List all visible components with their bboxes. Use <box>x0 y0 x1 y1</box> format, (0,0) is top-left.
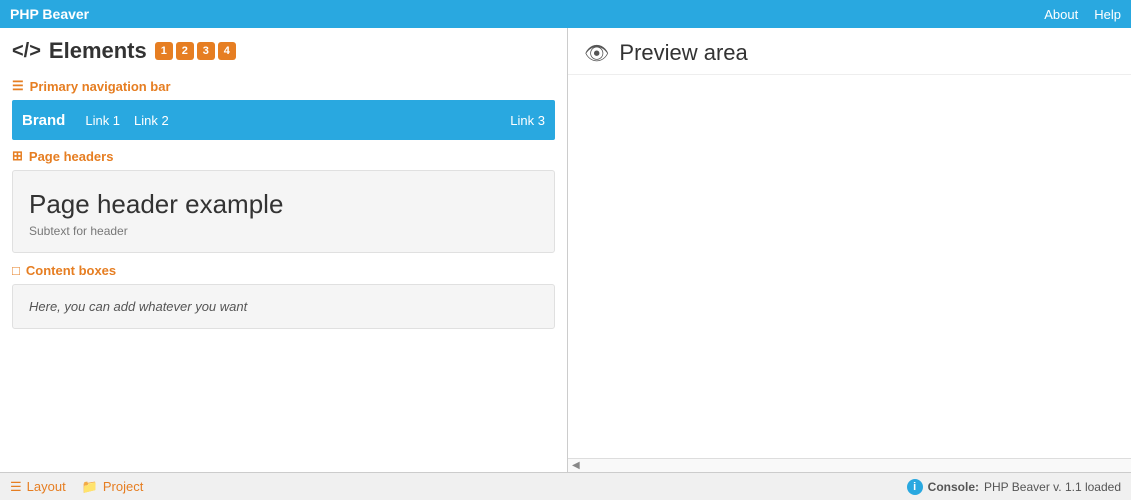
content-boxes-label: Content boxes <box>26 263 116 278</box>
bottom-bar: ☰ Layout 📁 Project i Console: PHP Beaver… <box>0 472 1131 500</box>
navbar-brand: Brand <box>22 112 65 129</box>
page-header-box: Page header example Subtext for header <box>12 170 555 253</box>
project-item[interactable]: 📁 Project <box>82 479 144 495</box>
navbar-link-1[interactable]: Link 1 <box>85 113 120 128</box>
layout-label: Layout <box>27 479 66 494</box>
page-header-subtext: Subtext for header <box>29 224 538 238</box>
preview-area-label: Preview area <box>619 40 747 66</box>
layout-icon: ☰ <box>10 479 22 495</box>
content-box-example: Here, you can add whatever you want <box>12 284 555 329</box>
section-page-headers[interactable]: ⊞ Page headers <box>12 148 555 164</box>
page-header-title: Page header example <box>29 189 538 220</box>
left-panel-body: ☰ Primary navigation bar Brand Link 1 Li… <box>0 70 567 472</box>
code-icon: </> <box>12 40 41 63</box>
about-link[interactable]: About <box>1044 7 1078 22</box>
navbar-link-2[interactable]: Link 2 <box>134 113 169 128</box>
content-box-icon: □ <box>12 263 20 278</box>
elements-label: Elements <box>49 38 147 64</box>
help-link[interactable]: Help <box>1094 7 1121 22</box>
badge-3: 3 <box>197 42 215 60</box>
eye-icon: 👁 <box>584 41 609 66</box>
primary-nav-label: Primary navigation bar <box>30 79 171 94</box>
badge-2: 2 <box>176 42 194 60</box>
layout-item[interactable]: ☰ Layout <box>10 479 66 495</box>
page-header-icon: ⊞ <box>12 148 23 164</box>
navbar-preview: Brand Link 1 Link 2 Link 3 <box>12 100 555 140</box>
badge-4: 4 <box>218 42 236 60</box>
right-panel-body <box>568 75 1131 458</box>
left-panel-header: </> Elements 1 2 3 4 <box>0 28 567 70</box>
topbar-links: About Help <box>1044 7 1121 22</box>
bottombar-left: ☰ Layout 📁 Project <box>10 479 143 495</box>
badge-1: 1 <box>155 42 173 60</box>
app-title: PHP Beaver <box>10 6 89 22</box>
scroll-left-arrow[interactable]: ◀ <box>572 460 580 471</box>
right-scroll-hint: ◀ <box>568 458 1131 472</box>
section-primary-nav[interactable]: ☰ Primary navigation bar <box>12 78 555 94</box>
main-area: </> Elements 1 2 3 4 ☰ Primary navigatio… <box>0 28 1131 472</box>
content-box-text: Here, you can add whatever you want <box>29 299 247 314</box>
console-label: Console: <box>928 480 979 494</box>
section-content-boxes[interactable]: □ Content boxes <box>12 263 555 278</box>
project-label: Project <box>103 479 143 494</box>
bottombar-right: i Console: PHP Beaver v. 1.1 loaded <box>907 479 1121 495</box>
navbar-link-right-1[interactable]: Link 3 <box>510 113 545 128</box>
left-panel: </> Elements 1 2 3 4 ☰ Primary navigatio… <box>0 28 568 472</box>
hamburger-icon: ☰ <box>12 78 24 94</box>
page-headers-label: Page headers <box>29 149 114 164</box>
right-panel-header: 👁 Preview area <box>568 28 1131 75</box>
info-icon: i <box>907 479 923 495</box>
elements-heading: </> Elements 1 2 3 4 <box>12 38 236 64</box>
badges-row: 1 2 3 4 <box>155 42 236 60</box>
console-message: PHP Beaver v. 1.1 loaded <box>984 480 1121 494</box>
folder-icon: 📁 <box>82 479 98 495</box>
top-bar: PHP Beaver About Help <box>0 0 1131 28</box>
right-panel: 👁 Preview area ◀ <box>568 28 1131 472</box>
